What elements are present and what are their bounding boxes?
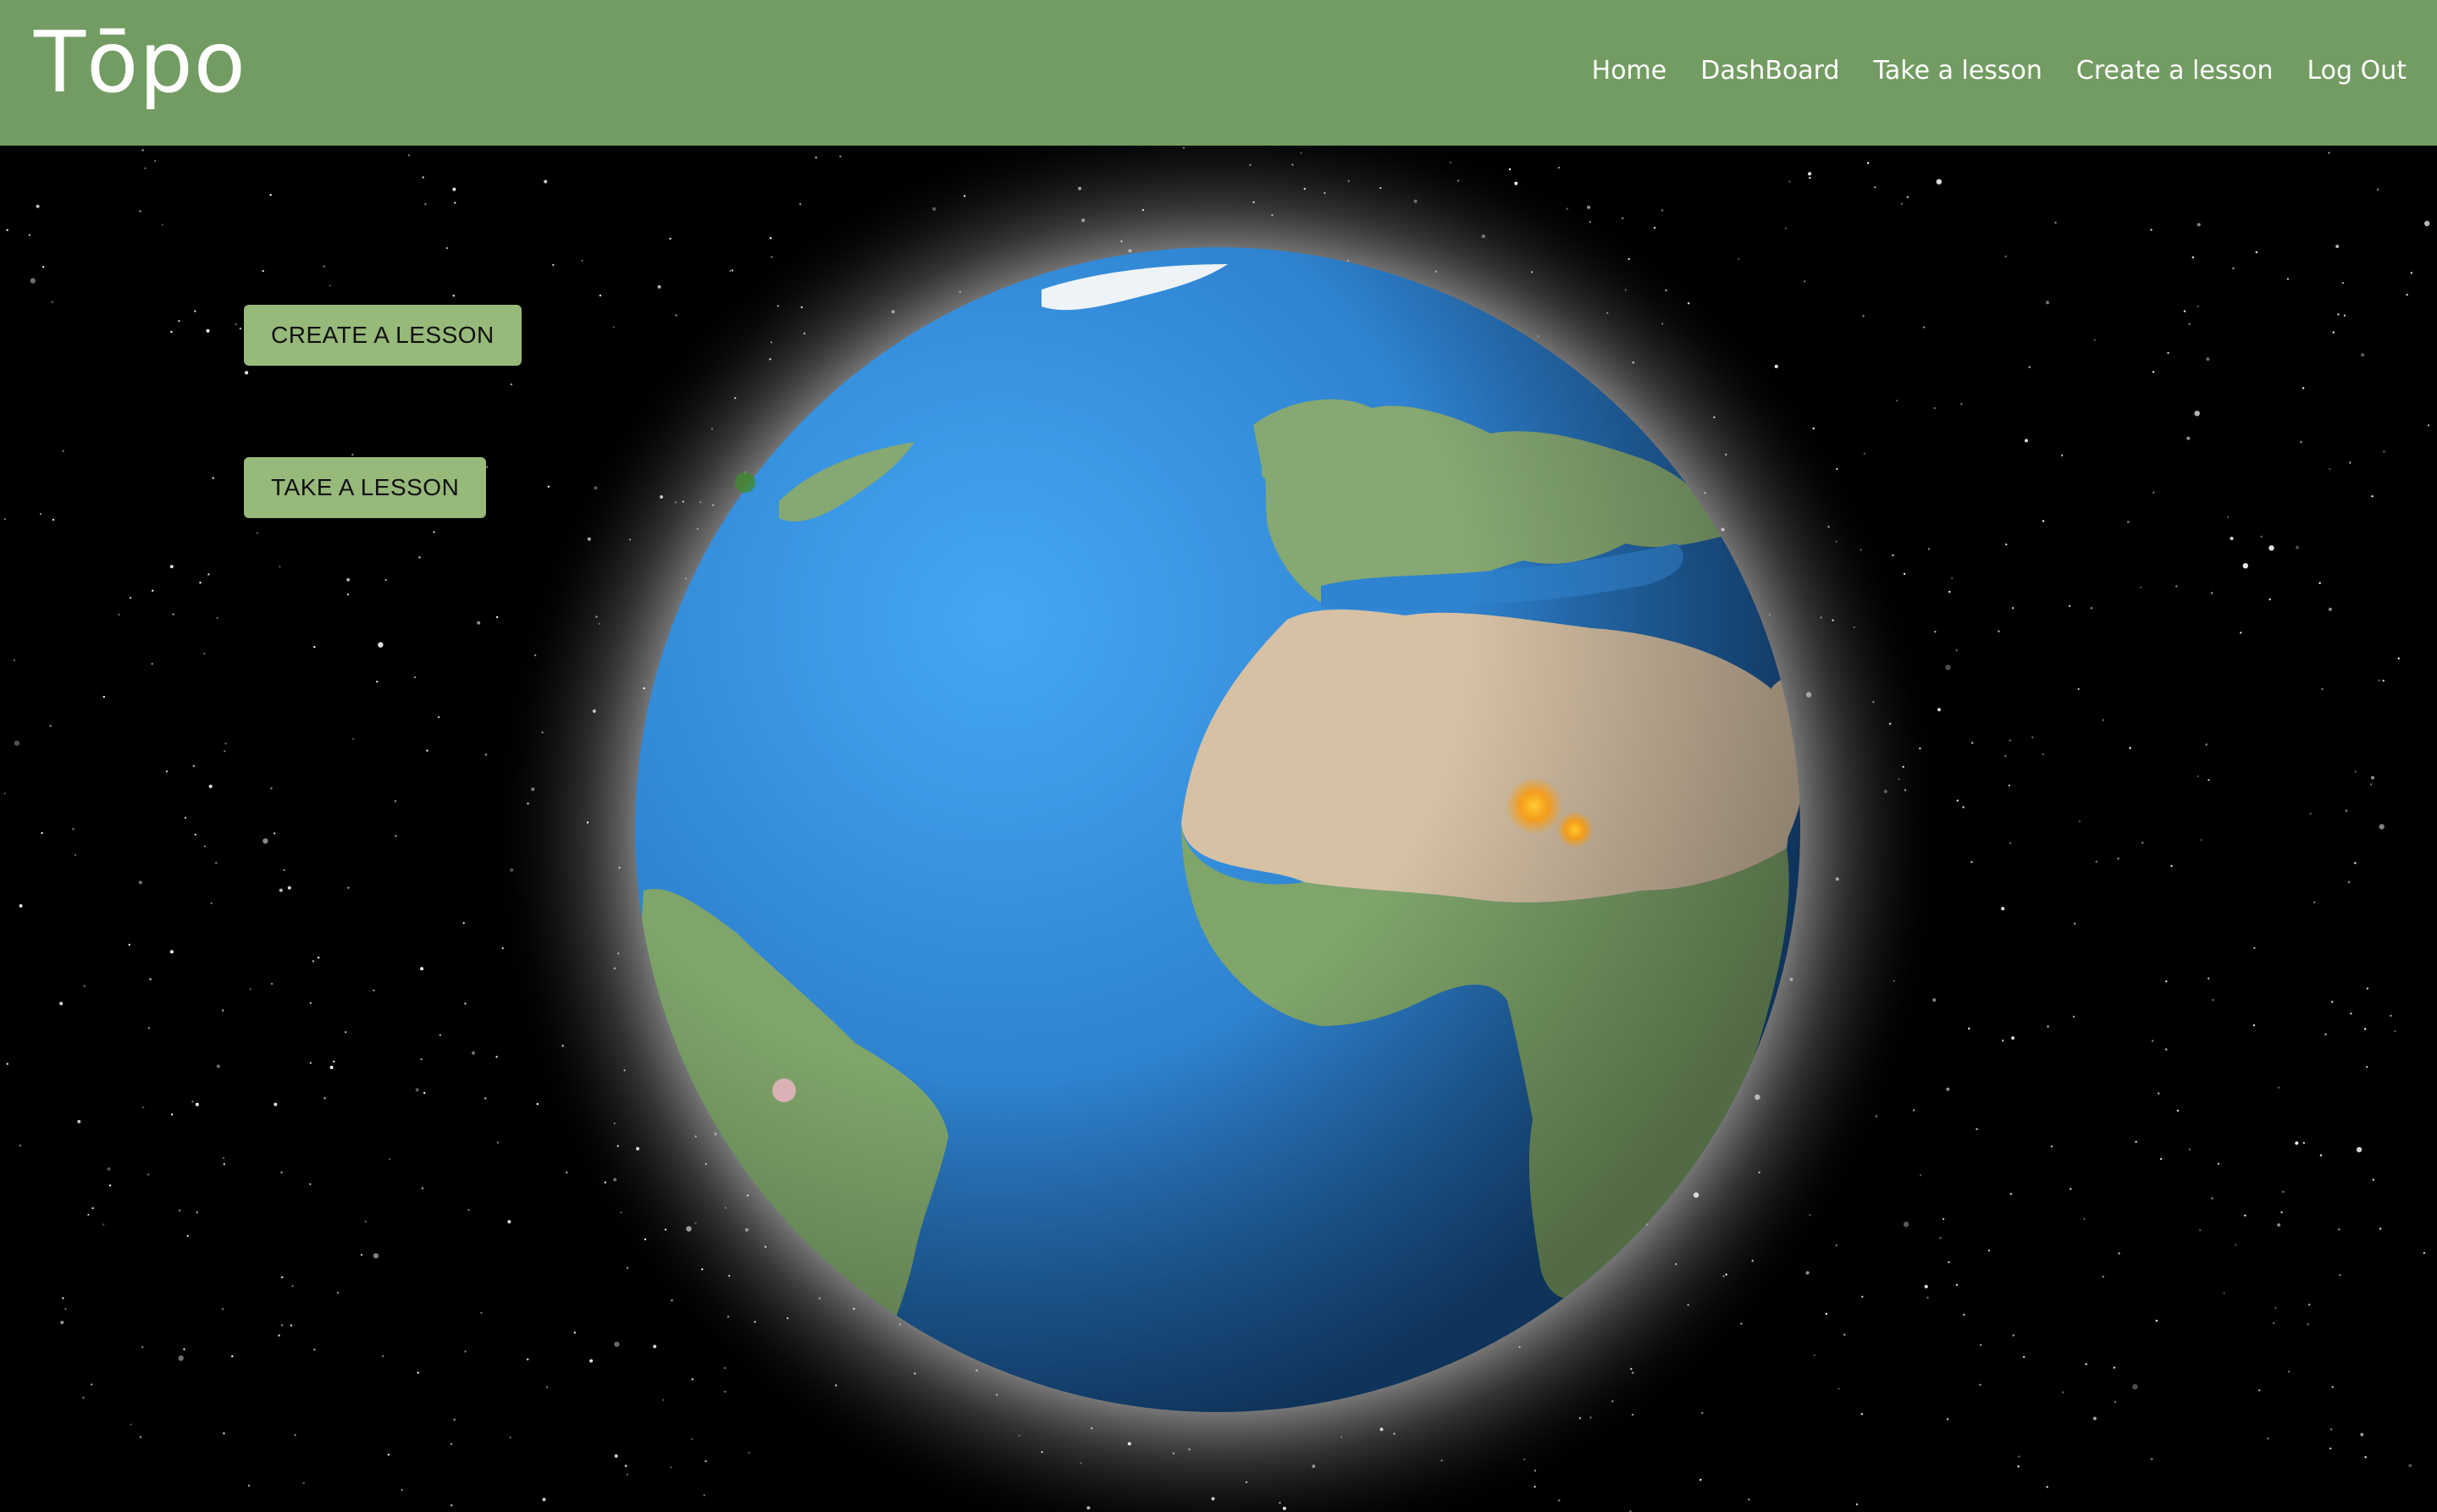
top-navbar: Tōpo Home DashBoard Take a lesson Create… — [0, 0, 2437, 146]
create-lesson-button[interactable]: CREATE A LESSON — [244, 305, 522, 366]
lesson-marker-green[interactable] — [735, 472, 755, 493]
nav-home-link[interactable]: Home — [1592, 51, 1667, 91]
globe-viewport[interactable]: CREATE A LESSON TAKE A LESSON — [0, 146, 2437, 1512]
brand-logo[interactable]: Tōpo — [34, 12, 246, 113]
globe-shading — [635, 247, 1800, 1412]
nav-dashboard-link[interactable]: DashBoard — [1700, 51, 1839, 91]
nav-take-lesson-link[interactable]: Take a lesson — [1874, 51, 2042, 91]
nav-logout-link[interactable]: Log Out — [2307, 51, 2407, 91]
nav-links: Home DashBoard Take a lesson Create a le… — [1592, 51, 2407, 91]
lesson-marker-yellow[interactable] — [1556, 811, 1594, 848]
lesson-marker-orange[interactable] — [1506, 777, 1563, 835]
lesson-marker-pink[interactable] — [772, 1079, 796, 1102]
nav-create-lesson-link[interactable]: Create a lesson — [2076, 51, 2274, 91]
take-lesson-button[interactable]: TAKE A LESSON — [244, 457, 487, 518]
